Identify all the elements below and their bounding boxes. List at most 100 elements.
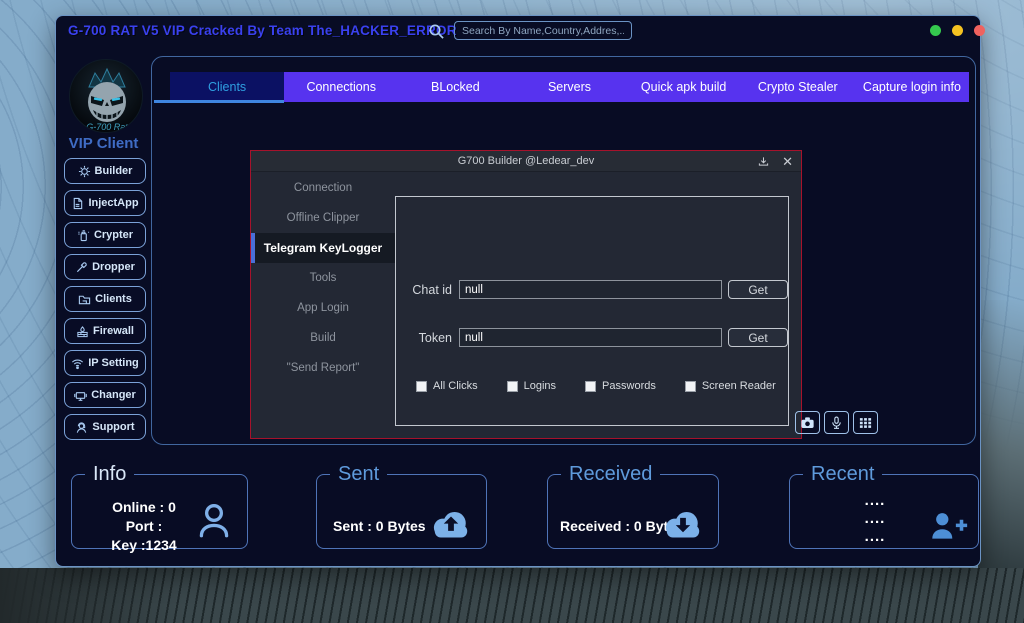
grid-button[interactable] (853, 411, 878, 434)
builder-dialog-menu: Connection Offline Clipper Telegram KeyL… (251, 173, 395, 438)
recent-entry: .... (830, 510, 920, 528)
close-icon[interactable]: ✕ (782, 155, 793, 168)
tab-servers[interactable]: Servers (512, 72, 626, 102)
chat-id-get-button[interactable]: Get (728, 280, 788, 299)
tab-capture-login-info[interactable]: Capture login info (855, 72, 969, 102)
logo-caption: G-700 Rat (86, 122, 128, 132)
port-value: Port : (86, 517, 202, 536)
camera-button[interactable] (795, 411, 820, 434)
changer-button[interactable]: Changer (64, 382, 146, 408)
checkbox-passwords[interactable] (585, 381, 596, 392)
support-button[interactable]: Support (64, 414, 146, 440)
window-restore-dot[interactable] (952, 25, 963, 36)
window-close-dot[interactable] (974, 25, 985, 36)
sent-panel-title: Sent (330, 463, 387, 486)
skull-logo-icon: G-700 Rat (70, 60, 143, 133)
tab-blocked[interactable]: BLocked (398, 72, 512, 102)
injectapp-label: InjectApp (88, 197, 138, 209)
all-clicks-label: All Clicks (433, 380, 478, 392)
download-icon[interactable] (758, 156, 769, 167)
info-lines: Online : 0 Port : Key :1234 (86, 498, 202, 555)
sent-panel: Sent Sent : 0 Bytes (316, 463, 487, 549)
add-person-icon (928, 508, 968, 547)
token-row: Token Get (396, 328, 788, 348)
camera-icon (799, 415, 816, 430)
wallpaper-bottom (0, 568, 1024, 623)
checkbox-screen-reader[interactable] (685, 381, 696, 392)
menu-item-app-login[interactable]: App Login (251, 293, 395, 323)
builder-button[interactable]: Builder (64, 158, 146, 184)
support-icon (75, 421, 88, 434)
clients-icon (78, 293, 91, 306)
received-panel-title: Received (561, 463, 660, 486)
info-panel: Info Online : 0 Port : Key :1234 (71, 463, 248, 549)
content-panel: Clients Connections BLocked Servers Quic… (151, 56, 976, 445)
ip-setting-button[interactable]: IP Setting (64, 350, 146, 376)
token-get-button[interactable]: Get (728, 328, 788, 347)
builder-dialog: G700 Builder @Ledear_dev ✕ Connection Of… (250, 150, 802, 439)
logo-avatar: G-700 Rat (69, 59, 143, 133)
online-count: Online : 0 (86, 498, 202, 517)
sent-bytes: Sent : 0 Bytes (333, 518, 426, 534)
sidebar-buttons: Builder InjectApp Crypter Dropper Client… (64, 158, 146, 440)
dropper-button[interactable]: Dropper (64, 254, 146, 280)
menu-item-build[interactable]: Build (251, 323, 395, 353)
builder-icon (78, 165, 91, 178)
menu-item-connection[interactable]: Connection (251, 173, 395, 203)
injectapp-button[interactable]: InjectApp (64, 190, 146, 216)
ip-setting-icon (71, 357, 84, 370)
microphone-icon (829, 415, 844, 431)
info-panel-title: Info (85, 463, 134, 486)
firewall-icon (76, 325, 89, 338)
changer-label: Changer (91, 389, 136, 401)
firewall-button[interactable]: Firewall (64, 318, 146, 344)
quick-action-icons (795, 411, 878, 434)
injectapp-icon (71, 197, 84, 210)
builder-dialog-titlebar: G700 Builder @Ledear_dev ✕ (251, 151, 801, 172)
search-input[interactable] (454, 21, 632, 40)
checkbox-all-clicks[interactable] (416, 381, 427, 392)
wallpaper-rocks (978, 300, 1024, 572)
chat-id-label: Chat id (396, 283, 452, 297)
dropper-label: Dropper (92, 261, 135, 273)
tab-crypto-stealer[interactable]: Crypto Stealer (741, 72, 855, 102)
keylogger-settings-box: Chat id Get Token Get All Clicks Logins … (395, 196, 789, 426)
window-minimize-dot[interactable] (930, 25, 941, 36)
app-window: G-700 RAT V5 VIP Cracked By Team The_HAC… (55, 15, 981, 567)
menu-item-tools[interactable]: Tools (251, 263, 395, 293)
cloud-download-icon (660, 506, 706, 547)
tab-clients[interactable]: Clients (170, 72, 284, 102)
person-icon (193, 498, 235, 547)
received-panel: Received Received : 0 Bytes (547, 463, 719, 549)
keylogger-options: All Clicks Logins Passwords Screen Reade… (416, 380, 780, 392)
token-input[interactable] (459, 328, 722, 347)
vip-client-label: VIP Client (56, 135, 151, 152)
menu-item-offline-clipper[interactable]: Offline Clipper (251, 203, 395, 233)
tab-quick-apk-build[interactable]: Quick apk build (627, 72, 741, 102)
desktop: G-700 RAT V5 VIP Cracked By Team The_HAC… (0, 0, 1024, 623)
chat-id-input[interactable] (459, 280, 722, 299)
menu-item-telegram-keylogger[interactable]: Telegram KeyLogger (251, 233, 395, 263)
microphone-button[interactable] (824, 411, 849, 434)
passwords-label: Passwords (602, 380, 656, 392)
nav-tabs: Clients Connections BLocked Servers Quic… (170, 72, 969, 102)
checkbox-logins[interactable] (507, 381, 518, 392)
tab-connections[interactable]: Connections (284, 72, 398, 102)
dropper-icon (75, 261, 88, 274)
changer-icon (74, 389, 87, 402)
grid-icon (858, 416, 873, 430)
crypter-button[interactable]: Crypter (64, 222, 146, 248)
crypter-icon (77, 229, 90, 242)
recent-panel: Recent .... .... .... (789, 463, 979, 549)
logins-label: Logins (524, 380, 556, 392)
builder-dialog-title: G700 Builder @Ledear_dev (251, 155, 801, 167)
recent-entry: .... (830, 528, 920, 546)
menu-item-send-report[interactable]: "Send Report" (251, 353, 395, 383)
recent-lines: .... .... .... (830, 492, 920, 546)
clients-button[interactable]: Clients (64, 286, 146, 312)
clients-label: Clients (95, 293, 132, 305)
key-value: Key :1234 (86, 536, 202, 555)
support-label: Support (92, 421, 134, 433)
search-icon (428, 23, 445, 40)
recent-entry: .... (830, 492, 920, 510)
